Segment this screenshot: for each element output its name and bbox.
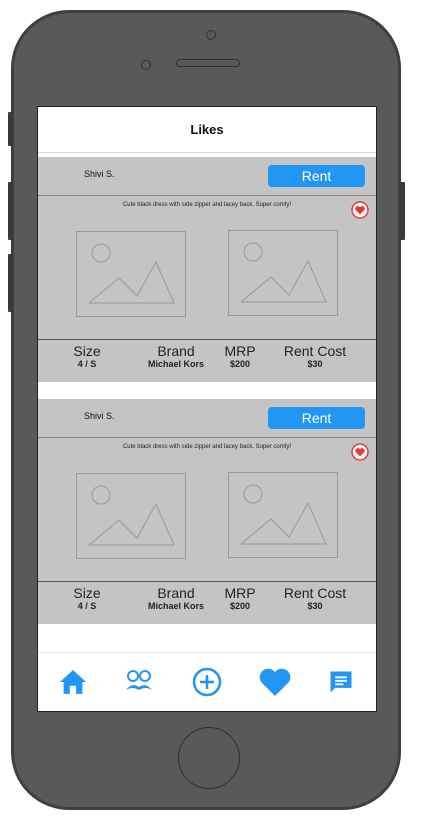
rent-button[interactable]: Rent bbox=[268, 165, 365, 187]
volume-down-button bbox=[8, 254, 13, 312]
tab-messages[interactable] bbox=[324, 665, 358, 699]
add-circle-icon bbox=[192, 667, 222, 697]
earpiece-speaker bbox=[176, 59, 240, 67]
front-camera bbox=[206, 30, 216, 40]
volume-up-button bbox=[8, 182, 13, 240]
tab-browse[interactable] bbox=[122, 665, 156, 699]
liked-heart-icon[interactable] bbox=[351, 443, 369, 461]
heart-icon bbox=[259, 668, 291, 696]
liked-item-card[interactable]: Shivi S. Rent Cute black dress with side… bbox=[38, 157, 376, 382]
mrp-stat: MRP $200 bbox=[214, 343, 266, 370]
bottom-tab-bar bbox=[38, 653, 376, 711]
rent-button[interactable]: Rent bbox=[268, 407, 365, 429]
image-placeholder-icon bbox=[228, 472, 338, 558]
power-button bbox=[400, 182, 405, 240]
card-divider bbox=[38, 437, 376, 438]
home-icon bbox=[59, 670, 87, 694]
size-value: 4 / S bbox=[77, 359, 97, 369]
rent-cost-label: Rent Cost bbox=[283, 343, 347, 359]
header-divider bbox=[38, 152, 376, 153]
proximity-sensor bbox=[141, 60, 151, 70]
owner-name: Shivi S. bbox=[84, 169, 115, 179]
rent-cost-label: Rent Cost bbox=[283, 585, 347, 601]
glasses-mustache-icon bbox=[126, 670, 152, 690]
item-description: Cute black dress with side zipper and la… bbox=[122, 202, 292, 208]
tab-add[interactable] bbox=[190, 665, 224, 699]
rent-cost-value: $30 bbox=[307, 601, 323, 611]
page-title: Likes bbox=[190, 122, 224, 137]
size-label: Size bbox=[73, 585, 101, 601]
size-value: 4 / S bbox=[77, 601, 97, 611]
rent-cost-stat: Rent Cost $30 bbox=[274, 585, 356, 612]
liked-heart-icon[interactable] bbox=[351, 201, 369, 219]
card-divider bbox=[38, 195, 376, 196]
mrp-value: $200 bbox=[229, 601, 251, 611]
mrp-label: MRP bbox=[224, 585, 256, 601]
rent-cost-stat: Rent Cost $30 bbox=[274, 343, 356, 370]
image-placeholder-icon bbox=[76, 473, 186, 559]
tab-likes[interactable] bbox=[258, 665, 292, 699]
size-stat: Size 4 / S bbox=[60, 343, 114, 370]
mrp-value: $200 bbox=[229, 359, 251, 369]
item-description: Cute black dress with side zipper and la… bbox=[122, 444, 292, 450]
size-stat: Size 4 / S bbox=[60, 585, 114, 612]
owner-name: Shivi S. bbox=[84, 411, 115, 421]
rent-cost-value: $30 bbox=[307, 359, 323, 369]
mrp-stat: MRP $200 bbox=[214, 585, 266, 612]
liked-item-card[interactable]: Shivi S. Rent Cute black dress with side… bbox=[38, 399, 376, 624]
mrp-label: MRP bbox=[224, 343, 256, 359]
size-label: Size bbox=[73, 343, 101, 359]
image-placeholder-icon bbox=[76, 231, 186, 317]
card-divider bbox=[38, 581, 376, 582]
app-screen: Likes Shivi S. Rent Cute black dress wit… bbox=[37, 106, 377, 712]
home-button[interactable] bbox=[178, 727, 240, 789]
chat-icon bbox=[330, 671, 352, 693]
tab-home[interactable] bbox=[56, 665, 90, 699]
card-divider bbox=[38, 339, 376, 340]
image-placeholder-icon bbox=[228, 230, 338, 316]
mute-switch bbox=[8, 112, 13, 146]
